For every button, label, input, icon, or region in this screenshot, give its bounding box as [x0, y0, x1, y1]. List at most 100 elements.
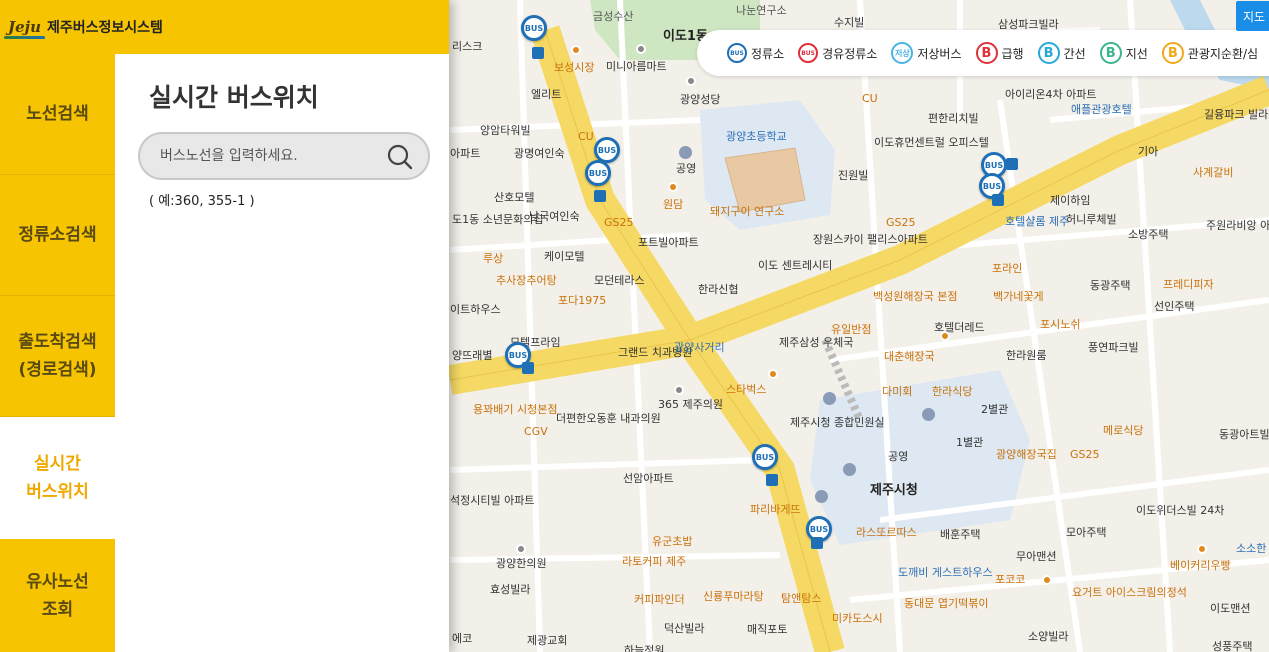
map-label: 사계갈비 [1193, 166, 1234, 179]
map-label: 에코 [452, 632, 473, 645]
map-label: CU [578, 130, 594, 143]
legend-label: 관광지순환/심 [1187, 46, 1259, 61]
map-label: 원담 [663, 198, 684, 211]
stop-pin-icon: BUS [727, 43, 747, 63]
map-label: 금성수산 [593, 10, 634, 23]
map-label: 진원빌 [838, 169, 869, 182]
map-label: 이도 센트레시티 [758, 259, 833, 272]
map-label: 동대문 엽기떡볶이 [904, 597, 989, 610]
map-label: 프레디피자 [1163, 278, 1214, 291]
map-label: GS25 [1070, 448, 1100, 461]
nav-similar-route[interactable]: 유사노선 조회 [0, 539, 115, 652]
bus-stop-marker[interactable]: BUS [521, 15, 547, 41]
legend-label: 간선 [1063, 46, 1086, 61]
map-label: 용꽈배기 시청본점 [473, 403, 558, 416]
map-label: 라토커피 제주 [622, 555, 687, 568]
map-label: 신룡푸마라탕 [703, 590, 764, 603]
bus-stop-sign-icon [1006, 158, 1018, 170]
map-label: 포라인 [992, 262, 1023, 275]
map-label: 광명여인숙 [514, 147, 565, 160]
nav-stop-search[interactable]: 정류소검색 [0, 175, 115, 296]
panel-header: Jeju 제주버스정보시스템 [0, 0, 449, 54]
legend-branch: B 지선 [1099, 42, 1148, 64]
legend-tour: B 관광지순환/심 [1161, 42, 1259, 64]
map-type-button[interactable]: 지도 [1236, 1, 1269, 31]
page-title: 실시간 버스위치 [149, 83, 319, 112]
map-label: 2별관 [981, 403, 1009, 416]
nav-label: 노선검색 [26, 104, 89, 124]
bus-stop-marker[interactable]: BUS [585, 160, 611, 186]
poi-pin-icon [768, 369, 778, 379]
nav-label: 유사노선 조회 [26, 571, 89, 620]
map-label: 공영 [888, 450, 909, 463]
legend-label: 급행 [1001, 46, 1024, 61]
map-label: 요거트 아이스크림의정석 [1072, 586, 1187, 599]
map-label: 미카도스시 [832, 612, 883, 625]
poi-pin-icon [1197, 544, 1207, 554]
bus-stop-marker[interactable]: BUS [752, 444, 778, 470]
map-label: 1별관 [956, 436, 984, 449]
map-label: 유군초밥 [652, 535, 693, 548]
search-button[interactable] [386, 143, 414, 171]
map-label: 포코코 [995, 573, 1026, 586]
map-label: 모아주택 [1066, 526, 1107, 539]
nav-label: 정류소검색 [18, 225, 97, 245]
map-label: 제광교회 [527, 634, 568, 647]
map-label: 나눈연구소 [736, 4, 787, 17]
map-label: 석정시티빌 아파트 [450, 494, 535, 507]
search-example-hint: ( 예:360, 355-1 ) [149, 194, 255, 209]
map-label: 더편한오동훈 내과의원 [556, 412, 661, 425]
map-label: 효성빌라 [490, 583, 531, 596]
branch-bus-icon: B [1099, 42, 1122, 64]
side-navigation: 노선검색 정류소검색 출도착검색 (경로검색) 실시간 버스위치 유사노선 조회 [0, 54, 115, 652]
poi-pin-icon [940, 331, 950, 341]
logo[interactable]: Jeju 제주버스정보시스템 [4, 17, 163, 39]
map-label: GS25 [886, 216, 916, 229]
parking-icon [843, 463, 856, 476]
map-label: 라스또르따스 [856, 526, 917, 539]
search-icon [387, 144, 413, 170]
route-search-box [138, 132, 430, 180]
map-label: 양암타워빌 [480, 124, 531, 137]
map-label: 베이커리우빵 [1170, 559, 1231, 572]
nav-route-search[interactable]: 노선검색 [0, 54, 115, 175]
map-label: CU [862, 92, 878, 105]
map-label: 제이하임 [1050, 194, 1091, 207]
nav-departure-arrival-search[interactable]: 출도착검색 (경로검색) [0, 296, 115, 417]
legend-express: B 급행 [975, 42, 1024, 64]
map-label: 포다1975 [558, 294, 607, 307]
site-title: 제주버스정보시스템 [46, 20, 163, 36]
map-label: 커피파인더 [634, 593, 685, 606]
map-label: 광양초등학교 [726, 130, 787, 143]
low-floor-bus-icon: 저상 [891, 42, 914, 64]
route-search-input[interactable] [160, 134, 380, 178]
map-label: CGV [524, 425, 548, 438]
map-label: 도깨비 게스트하우스 [898, 566, 993, 579]
map-label: 소소한 [1236, 542, 1267, 555]
trunk-bus-icon: B [1037, 42, 1060, 64]
bus-stop-sign-icon [532, 47, 544, 59]
map-legend: BUS 정류소 BUS 경유정류소 저상 저상버스 B 급행 B 간선 B 지선 [697, 30, 1269, 76]
map-label: 산호모텔 [494, 191, 535, 204]
map-label: 제주시청 [870, 483, 918, 498]
map-label: 추사장추어탕 [496, 274, 557, 287]
legend-stop: BUS 정류소 [727, 43, 784, 63]
parking-icon [823, 392, 836, 405]
map-label: 한라식당 [932, 385, 973, 398]
map-label: 대춘해장국 [884, 350, 935, 363]
nav-label: 출도착검색 (경로검색) [18, 332, 97, 380]
poi-pin-icon [686, 76, 696, 86]
side-panel: Jeju 제주버스정보시스템 노선검색 정류소검색 출도착검색 (경로검색) 실… [0, 0, 449, 652]
map-label: 케이모텔 [544, 250, 585, 263]
poi-pin-icon [1042, 575, 1052, 585]
nav-realtime-bus-location[interactable]: 실시간 버스위치 [0, 417, 115, 539]
map-label: 이도맨션 [1210, 602, 1251, 615]
map-label: 기아 [1138, 145, 1159, 158]
map-label: 도1동 소년문화의집 [452, 213, 544, 226]
map-label: 이트하우스 [450, 303, 501, 316]
map-label: 무아맨션 [1016, 550, 1057, 563]
map-label: 주원라비앙 아파트 [1206, 219, 1269, 232]
map-label: 선인주택 [1154, 300, 1195, 313]
map-label: 백성원해장국 본점 [873, 290, 958, 303]
map-label: 공영 [676, 162, 697, 175]
